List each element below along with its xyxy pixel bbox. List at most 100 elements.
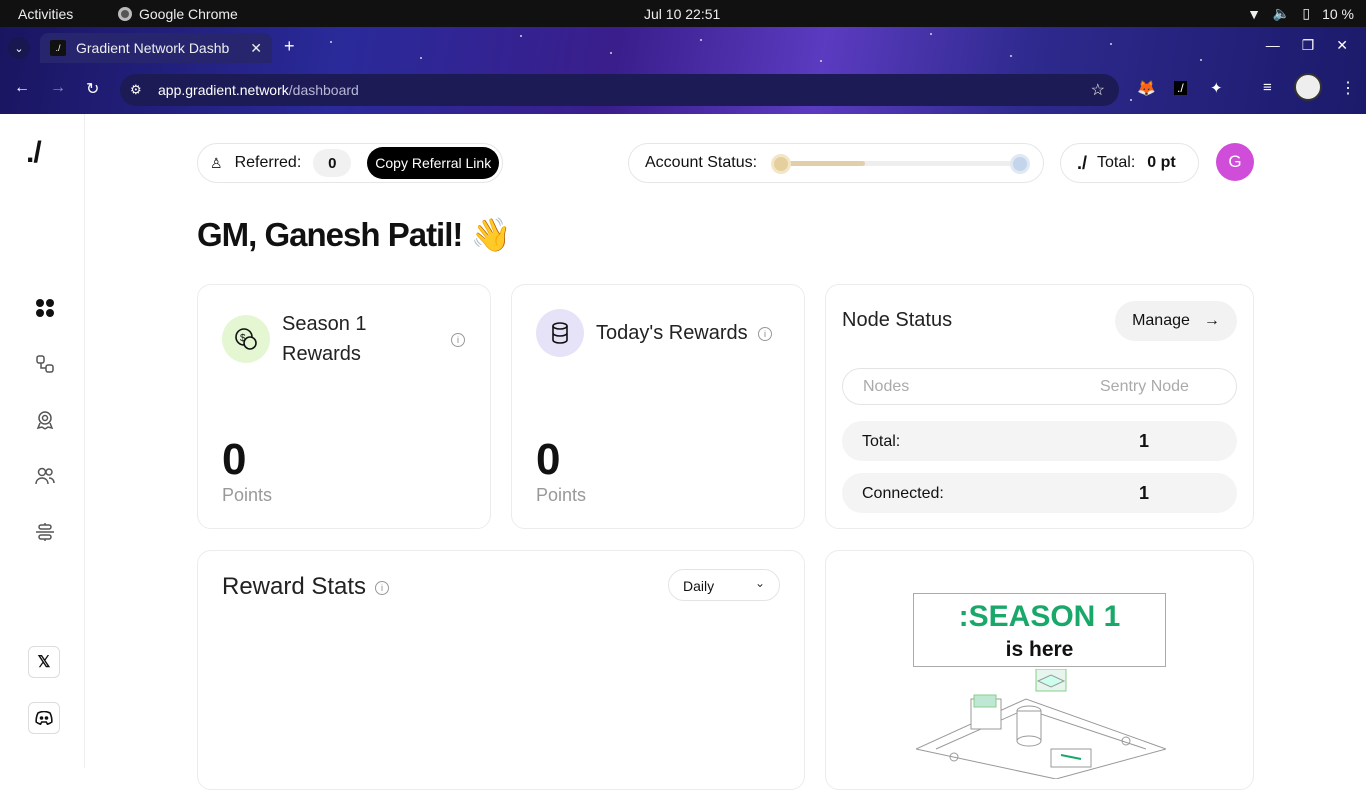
row-label: Total: (862, 433, 901, 450)
total-value: 0 pt (1147, 154, 1176, 171)
silver-tier-icon (1010, 154, 1030, 174)
period-select[interactable]: Daily ⌄ (668, 569, 780, 601)
url-text: app.gradient.network/dashboard (158, 82, 359, 98)
season-banner: :SEASON 1 is here (913, 593, 1166, 667)
gradient-logo[interactable]: ./ (26, 136, 42, 170)
person-icon: ♙ (210, 154, 223, 171)
close-window-icon[interactable]: ✕ (1336, 37, 1348, 54)
season-banner-subtitle: is here (1005, 638, 1074, 661)
activities-button[interactable]: Activities (18, 6, 73, 22)
isometric-nodes-illustration (916, 669, 1166, 779)
media-control-icon[interactable]: ≡ (1263, 79, 1272, 96)
info-icon[interactable]: i (758, 327, 772, 341)
todays-rewards-card: Today's Rewards i 0 Points (511, 284, 805, 529)
season-banner-title: :SEASON 1 (958, 600, 1121, 633)
system-top-bar: Activities Google Chrome Jul 10 22:51 ▼ … (0, 0, 1366, 27)
total-points-pill: ./ Total: 0 pt (1060, 143, 1199, 183)
referred-count: 0 (313, 149, 352, 177)
nodes-nav-icon[interactable] (34, 353, 56, 375)
season-banner-card[interactable]: :SEASON 1 is here (825, 550, 1254, 790)
main-content: ♙ Referred: 0 Copy Referral Link Account… (85, 114, 1366, 790)
gradient-logo-small: ./ (1077, 152, 1088, 173)
sidebar: ./ 𝕏 (0, 114, 85, 768)
season-points-value: 0 (222, 435, 247, 484)
chrome-icon (118, 6, 132, 21)
chrome-menu-icon[interactable]: ⋮ (1340, 78, 1356, 98)
bronze-tier-icon (771, 154, 791, 174)
app-name: Google Chrome (139, 5, 238, 22)
season-points-unit: Points (222, 485, 273, 505)
minimize-icon[interactable]: — (1266, 37, 1280, 54)
period-value: Daily (683, 578, 715, 594)
reward-stats-card: Reward Stats i Daily ⌄ (197, 550, 805, 790)
season-rewards-card: $ Season 1 Rewards i 0 Points (197, 284, 491, 529)
row-label: Connected: (862, 485, 944, 502)
referral-pill: ♙ Referred: 0 Copy Referral Link (197, 143, 503, 183)
forward-button[interactable]: → (50, 79, 66, 97)
row-value: 1 (1139, 431, 1150, 451)
tab-title: Gradient Network Dashb (76, 40, 230, 56)
back-button[interactable]: ← (14, 79, 30, 97)
node-status-title: Node Status (842, 309, 953, 331)
site-settings-icon[interactable]: ⚙ (130, 82, 150, 98)
new-tab-button[interactable]: + (284, 36, 295, 57)
gradient-extension-icon[interactable]: ./ (1174, 81, 1187, 95)
account-status-progress (781, 161, 1021, 166)
greeting: GM, Ganesh Patil! 👋 (197, 216, 512, 253)
user-avatar[interactable]: G (1216, 143, 1254, 181)
row-value: 1 (1139, 483, 1150, 503)
wifi-icon: ▼ (1247, 5, 1261, 22)
x-twitter-link[interactable]: 𝕏 (28, 646, 60, 678)
dashboard-nav-icon[interactable] (34, 297, 56, 319)
reload-button[interactable]: ↻ (86, 79, 99, 99)
address-bar[interactable]: ⚙ app.gradient.network/dashboard ☆ (120, 74, 1119, 106)
maximize-icon[interactable]: ❐ (1302, 37, 1315, 54)
info-icon[interactable]: i (451, 333, 465, 347)
nodes-column: Nodes (863, 378, 910, 395)
copy-referral-button[interactable]: Copy Referral Link (367, 147, 500, 179)
node-row-total: Total: 1 (842, 421, 1237, 461)
node-row-connected: Connected: 1 (842, 473, 1237, 513)
window-controls: — ❐ ✕ (1266, 37, 1348, 54)
battery-icon: ▯ (1302, 5, 1311, 21)
extensions-puzzle-icon[interactable]: ✦ (1210, 79, 1223, 97)
clock[interactable]: Jul 10 22:51 (644, 6, 720, 22)
today-points-value: 0 (536, 435, 561, 484)
total-label: Total: (1097, 154, 1136, 171)
tab-search-button[interactable]: ⌄ (8, 37, 30, 59)
tab-gradient-dashboard[interactable]: ./ Gradient Network Dashb ✕ (40, 33, 272, 63)
info-icon[interactable]: i (375, 581, 389, 595)
metamask-extension-icon[interactable]: 🦊 (1137, 79, 1156, 97)
node-table-header: Nodes Sentry Node (842, 368, 1237, 405)
x-icon: 𝕏 (37, 654, 51, 671)
system-tray[interactable]: ▼ 🔈 ▯ 10 % (1247, 5, 1354, 22)
account-status-pill: Account Status: (628, 143, 1044, 183)
season-title: Season 1 Rewards (282, 313, 367, 365)
node-status-card: Node Status Manage → Nodes Sentry Node To… (825, 284, 1254, 529)
svg-text:$: $ (240, 333, 246, 344)
manage-button[interactable]: Manage → (1115, 301, 1237, 341)
discord-icon (35, 711, 53, 725)
manage-label: Manage (1132, 312, 1190, 329)
arrow-right-icon: → (1203, 312, 1220, 329)
gradient-favicon-icon: ./ (50, 40, 66, 56)
close-tab-icon[interactable]: ✕ (250, 40, 262, 57)
coins-icon: $ (222, 315, 270, 363)
browser-chrome: ⌄ ./ Gradient Network Dashb ✕ + — ❐ ✕ ← … (0, 27, 1366, 114)
reward-stats-title: Reward Stats (222, 573, 367, 600)
app-menu[interactable]: Google Chrome (118, 6, 238, 22)
database-icon (536, 309, 584, 357)
today-title: Today's Rewards (596, 322, 748, 344)
today-points-unit: Points (536, 485, 587, 505)
sentry-node-column: Sentry Node (1100, 378, 1189, 395)
chrome-profile-avatar[interactable] (1294, 73, 1322, 101)
bookmark-star-icon[interactable]: ☆ (1091, 80, 1105, 100)
chevron-down-icon: ⌄ (754, 576, 765, 590)
discord-link[interactable] (28, 702, 60, 734)
settings-nav-icon[interactable] (34, 521, 56, 543)
rewards-nav-icon[interactable] (34, 409, 56, 431)
volume-icon: 🔈 (1272, 5, 1291, 21)
referrals-nav-icon[interactable] (34, 465, 56, 487)
account-status-label: Account Status: (645, 154, 758, 171)
referred-label: Referred: (234, 154, 302, 171)
